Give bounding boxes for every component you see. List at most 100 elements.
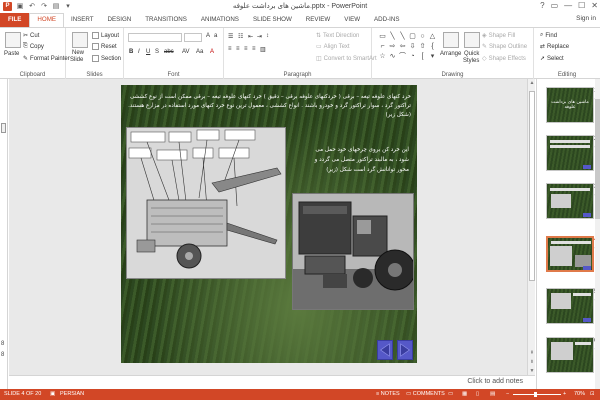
tab-design[interactable]: DESIGN <box>101 13 139 27</box>
format-painter-button[interactable]: ✎ Format Painter <box>23 55 70 63</box>
quick-styles-icon[interactable] <box>464 32 480 48</box>
paste-icon[interactable] <box>5 32 21 48</box>
tab-add-ins[interactable]: ADD-INS <box>367 13 406 27</box>
align-right-icon[interactable]: ≡ <box>244 46 248 52</box>
decrease-indent-icon[interactable]: ⇤ <box>248 33 253 40</box>
zoom-in-icon[interactable]: + <box>563 391 566 397</box>
tab-insert[interactable]: INSERT <box>64 13 101 27</box>
ribbon-display-icon[interactable]: ▭ <box>551 1 559 10</box>
quick-styles-button[interactable]: Quick <box>464 51 479 57</box>
find-button[interactable]: ⌕ Find <box>540 32 557 39</box>
more-shapes-icon[interactable]: ▾ <box>428 52 437 61</box>
select-button[interactable]: ➚ Select <box>540 55 564 63</box>
line-spacing-icon[interactable]: ↕ <box>266 33 269 39</box>
slide[interactable]: خرد کنهای علوفه تیغه – برقی ( خردکنهای ع… <box>121 85 417 363</box>
bullets-icon[interactable]: ☰ <box>228 33 233 40</box>
elbow-shape-icon[interactable]: ⌐ <box>378 42 387 51</box>
layout-button[interactable]: Layout <box>92 32 119 39</box>
font-color-icon[interactable]: A <box>210 49 214 55</box>
change-case-icon[interactable]: Aa <box>196 49 203 55</box>
tab-review[interactable]: REVIEW <box>299 13 337 27</box>
help-icon[interactable]: ? <box>540 1 544 10</box>
quick-styles-button-label2[interactable]: Styles <box>463 58 479 64</box>
callout-shape-icon[interactable]: ◔ <box>408 52 417 61</box>
minimize-icon[interactable]: — <box>564 1 572 10</box>
sign-in-link[interactable]: Sign in <box>576 15 596 22</box>
brace-shape-icon[interactable]: { <box>428 42 437 51</box>
underline-icon[interactable]: U <box>146 49 150 55</box>
oval-shape-icon[interactable]: ○ <box>418 32 427 41</box>
arrange-icon[interactable] <box>443 32 459 48</box>
thumbnails-scrollbar-thumb[interactable] <box>595 99 600 219</box>
tab-view[interactable]: VIEW <box>337 13 367 27</box>
slide-paragraph-right[interactable]: این خرد کن بروی چرخهای خود حمل می شود ، … <box>304 145 409 175</box>
new-slide-icon[interactable] <box>72 32 88 48</box>
copy-button[interactable]: ⎘ Copy <box>23 43 44 50</box>
bold-icon[interactable]: B <box>129 49 133 55</box>
previous-slide-button[interactable] <box>377 340 393 360</box>
arrow-left-shape-icon[interactable]: ⇦ <box>398 42 407 51</box>
line-shape-icon[interactable]: ╲ <box>388 32 397 41</box>
scroll-up-page-icon[interactable]: ⇞ <box>528 349 536 357</box>
tab-animations[interactable]: ANIMATIONS <box>194 13 246 27</box>
tab-slide-show[interactable]: SLIDE SHOW <box>246 13 299 27</box>
pane-resize-handle[interactable] <box>1 123 6 133</box>
shrink-font-icon[interactable]: a <box>214 33 217 39</box>
char-spacing-icon[interactable]: AV <box>182 49 190 55</box>
align-text-button[interactable]: ▭ Align Text <box>316 43 350 51</box>
star-shape-icon[interactable]: ☆ <box>378 52 387 61</box>
tab-home[interactable]: HOME <box>29 13 64 27</box>
shadow-icon[interactable]: S <box>155 49 159 55</box>
font-size-combo[interactable] <box>184 33 202 42</box>
columns-icon[interactable]: ▥ <box>260 46 266 53</box>
slideshow-view-icon[interactable]: ▤ <box>490 391 495 397</box>
align-left-icon[interactable]: ≡ <box>228 46 232 52</box>
triangle-shape-icon[interactable]: △ <box>428 32 437 41</box>
section-button[interactable]: Section <box>92 55 121 62</box>
zoom-slider-handle[interactable] <box>534 392 537 397</box>
rectangle-shape-icon[interactable]: ▢ <box>408 32 417 41</box>
tractor-with-harvester-photo[interactable] <box>292 193 414 310</box>
arrow-right-shape-icon[interactable]: ⇨ <box>388 42 397 51</box>
zoom-out-icon[interactable]: − <box>506 391 509 397</box>
replace-button[interactable]: ⇄ Replace <box>540 43 569 51</box>
language-indicator[interactable]: PERSIAN <box>60 391 84 397</box>
reading-view-icon[interactable]: ▯ <box>476 391 479 397</box>
notes-placeholder[interactable]: Click to add notes <box>467 378 523 385</box>
freeform-shape-icon[interactable]: ⌒ <box>398 52 407 61</box>
strikethrough-icon[interactable]: abc <box>164 49 174 55</box>
curve-shape-icon[interactable]: ∿ <box>388 52 397 61</box>
cut-button[interactable]: ✂ Cut <box>23 32 39 40</box>
normal-view-icon[interactable]: ▭ <box>448 391 453 397</box>
grow-font-icon[interactable]: A <box>206 33 210 39</box>
shape-fill-button[interactable]: ◈ Shape Fill <box>482 32 515 40</box>
canvas-vertical-scrollbar[interactable]: ▲ ⇞ ⇟ ▼ <box>527 79 535 375</box>
slide-sorter-icon[interactable]: ▦ <box>462 391 467 397</box>
thumbnails-scrollbar[interactable] <box>595 79 600 389</box>
italic-icon[interactable]: I <box>138 49 140 55</box>
slide-thumbnail-4[interactable] <box>546 236 594 272</box>
scrollbar-thumb[interactable] <box>529 91 535 281</box>
spellcheck-icon[interactable]: ▣ <box>50 391 55 397</box>
new-slide-button-label2[interactable]: Slide <box>70 57 83 63</box>
convert-smartart-button[interactable]: ◫ Convert to SmartArt <box>316 55 377 63</box>
tab-transitions[interactable]: TRANSITIONS <box>138 13 194 27</box>
slide-thumbnail-6[interactable] <box>546 337 594 373</box>
tab-file[interactable]: FILE <box>0 13 30 27</box>
comments-toggle[interactable]: ▭ COMMENTS <box>406 391 445 397</box>
zoom-slider[interactable] <box>513 394 561 395</box>
forage-harvester-diagram-image[interactable] <box>126 127 286 279</box>
notes-pane[interactable]: Click to add notes <box>9 375 535 389</box>
scroll-up-icon[interactable]: ▲ <box>528 79 536 87</box>
increase-indent-icon[interactable]: ⇥ <box>257 33 262 40</box>
slide-thumbnail-5[interactable] <box>546 288 594 324</box>
next-slide-button[interactable] <box>397 340 413 360</box>
shape-outline-button[interactable]: ✎ Shape Outline <box>482 43 527 51</box>
zoom-level[interactable]: 70% <box>574 391 585 397</box>
shapes-gallery[interactable]: ▭ ╲ ╲ ▢ ○ △ ⌐ ⇨ ⇦ ⇩ ⇧ { ☆ ∿ ⌒ ◔ [ ▾ <box>378 32 438 62</box>
arrange-button[interactable]: Arrange <box>440 51 461 57</box>
scroll-down-icon[interactable]: ▼ <box>528 367 536 375</box>
numbering-icon[interactable]: ☷ <box>238 33 243 40</box>
close-icon[interactable]: ✕ <box>591 1 598 10</box>
slide-thumbnail-3[interactable] <box>546 183 594 219</box>
